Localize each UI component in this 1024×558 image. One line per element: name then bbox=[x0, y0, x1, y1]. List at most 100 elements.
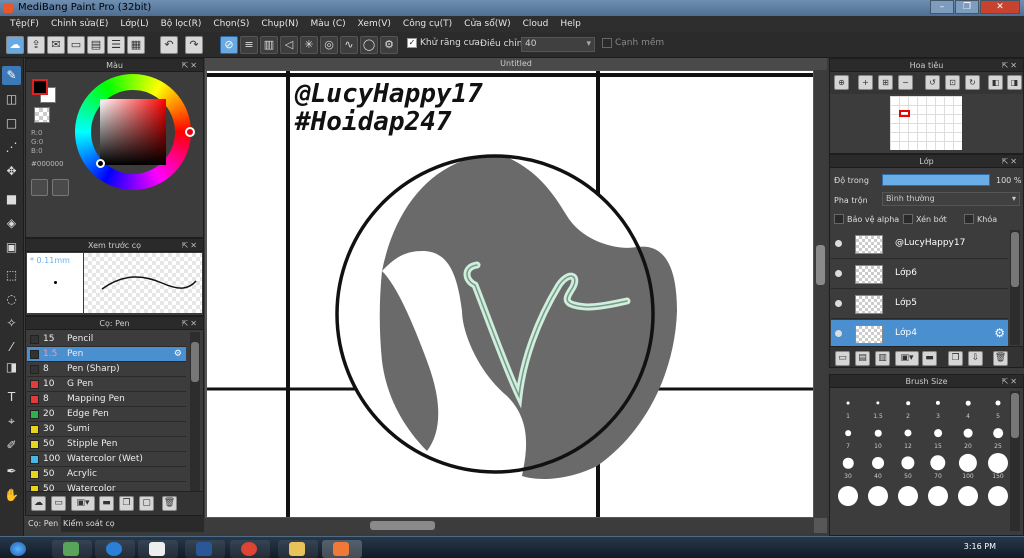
nav-flip-icon[interactable]: ◧ bbox=[988, 75, 1003, 90]
brush-copy-icon[interactable]: ❐ bbox=[119, 496, 134, 511]
brush-size-scrollbar[interactable] bbox=[1010, 391, 1020, 531]
color-settings-icon[interactable] bbox=[52, 179, 69, 196]
brush-size-option[interactable] bbox=[924, 481, 952, 510]
pen-tool-icon[interactable]: ✒ bbox=[2, 462, 21, 481]
color-picker-marker[interactable] bbox=[96, 159, 105, 168]
protect-alpha-toggle[interactable]: Bảo vệ alpha bbox=[834, 214, 899, 224]
transparent-color-swatch[interactable] bbox=[34, 107, 50, 123]
brush-item[interactable]: 8 Pen (Sharp) bbox=[27, 362, 186, 377]
text-tool-icon[interactable]: T bbox=[2, 388, 21, 407]
snap-vanish-icon[interactable]: ◁ bbox=[280, 36, 298, 54]
brush-size-option[interactable]: 3 bbox=[924, 391, 952, 420]
brush-size-option[interactable] bbox=[894, 481, 922, 510]
list-icon[interactable]: ☰ bbox=[107, 36, 125, 54]
brush-duplicate-icon[interactable]: ▢ bbox=[139, 496, 154, 511]
brush-item[interactable]: 30 Sumi bbox=[27, 422, 186, 437]
brush-item[interactable]: 1.5 Pen ⚙ bbox=[27, 347, 186, 362]
opacity-slider[interactable] bbox=[882, 174, 990, 186]
nav-zoom-in-icon[interactable]: + bbox=[858, 75, 873, 90]
shape-tool-icon[interactable]: □ bbox=[2, 114, 21, 133]
panel-close-icon[interactable]: ⇱✕ bbox=[182, 59, 199, 72]
brush-size-option[interactable]: 12 bbox=[894, 421, 922, 450]
select-tool-icon[interactable]: ⬚ bbox=[2, 266, 21, 285]
nav-zoom-out-icon[interactable]: − bbox=[898, 75, 913, 90]
move-tool-icon[interactable]: ✥ bbox=[2, 162, 21, 181]
taskbar-app-folder[interactable] bbox=[278, 540, 318, 558]
panel-close-icon[interactable]: ⇱✕ bbox=[182, 317, 199, 330]
taskbar-app-notes[interactable] bbox=[138, 540, 178, 558]
nav-rotate-left-icon[interactable]: ↺ bbox=[925, 75, 940, 90]
protect-alpha-checkbox[interactable] bbox=[834, 214, 844, 224]
gradient-tool-icon[interactable]: ▣ bbox=[2, 238, 21, 257]
brush-size-option[interactable] bbox=[984, 481, 1012, 510]
nav-flip-v-icon[interactable]: ◨ bbox=[1007, 75, 1022, 90]
brush-tool-icon[interactable]: ✎ bbox=[2, 66, 21, 85]
menu-edit[interactable]: Chỉnh sửa(E) bbox=[45, 16, 114, 32]
brush-folder-icon[interactable]: ▬ bbox=[99, 496, 114, 511]
tab-brush-control[interactable]: Kiểm soát cọ bbox=[60, 516, 118, 532]
taskbar-app-explorer[interactable] bbox=[52, 540, 92, 558]
nav-reset-icon[interactable]: ⊡ bbox=[945, 75, 960, 90]
brush-new-icon[interactable]: ▭ bbox=[51, 496, 66, 511]
select-eraser-icon[interactable]: ◨ bbox=[2, 358, 21, 377]
maximize-button[interactable]: ❐ bbox=[955, 0, 979, 14]
brush-delete-icon[interactable]: 🗑 bbox=[162, 496, 177, 511]
lock-toggle[interactable]: Khóa bbox=[964, 214, 997, 224]
brush-size-option[interactable] bbox=[954, 481, 982, 510]
menu-layer[interactable]: Lớp(L) bbox=[114, 16, 154, 32]
layer-folder-icon[interactable]: ▬ bbox=[922, 351, 937, 366]
brush-size-option[interactable]: 4 bbox=[954, 391, 982, 420]
brush-size-option[interactable]: 2 bbox=[894, 391, 922, 420]
taskbar-app-medibang[interactable] bbox=[322, 540, 362, 558]
lock-checkbox[interactable] bbox=[964, 214, 974, 224]
snap-ellipse-icon[interactable]: ◯ bbox=[360, 36, 378, 54]
menu-filter[interactable]: Bộ lọc(R) bbox=[155, 16, 208, 32]
gear-icon[interactable]: ⚙ bbox=[994, 326, 1005, 340]
layer-add-icon[interactable]: ▣▾ bbox=[895, 351, 919, 366]
menu-snap[interactable]: Chụp(N) bbox=[255, 16, 304, 32]
clipping-toggle[interactable]: Xén bớt bbox=[903, 214, 947, 224]
brush-size-option[interactable]: 40 bbox=[864, 451, 892, 480]
panel-close-icon[interactable]: ⇱✕ bbox=[182, 239, 199, 252]
document-icon[interactable]: ▤ bbox=[87, 36, 105, 54]
layer-list-scrollbar[interactable] bbox=[1010, 230, 1020, 345]
tab-brush[interactable]: Cọ: Pen bbox=[25, 516, 62, 532]
snap-parallel-icon[interactable]: ≡ bbox=[240, 36, 258, 54]
minimize-button[interactable]: – bbox=[930, 0, 954, 14]
taskbar-app-word[interactable] bbox=[185, 540, 225, 558]
select-pen-icon[interactable]: ⁄ bbox=[2, 338, 21, 357]
brush-size-option[interactable]: 1.5 bbox=[864, 391, 892, 420]
layer-item[interactable]: Lớp6 bbox=[831, 260, 1008, 289]
panel-close-icon[interactable]: ⇱✕ bbox=[1002, 375, 1019, 388]
brush-size-option[interactable]: 20 bbox=[954, 421, 982, 450]
layer-new-icon[interactable]: ▭ bbox=[835, 351, 850, 366]
brush-size-option[interactable]: 30 bbox=[834, 451, 862, 480]
saturation-value-square[interactable] bbox=[100, 99, 166, 165]
layer-new-color-icon[interactable]: ▤ bbox=[855, 351, 870, 366]
scrollbar-thumb[interactable] bbox=[1011, 393, 1019, 438]
menu-help[interactable]: Help bbox=[554, 16, 587, 32]
brush-item[interactable]: 50 Stipple Pen bbox=[27, 437, 186, 452]
navigator-viewport[interactable] bbox=[899, 110, 910, 117]
hue-marker[interactable] bbox=[185, 127, 195, 137]
menu-view[interactable]: Xem(V) bbox=[352, 16, 397, 32]
brush-item[interactable]: 50 Acrylic bbox=[27, 467, 186, 482]
menu-cloud[interactable]: Cloud bbox=[517, 16, 555, 32]
layer-item[interactable]: @LucyHappy17 bbox=[831, 230, 1008, 259]
bucket-tool-icon[interactable]: ◈ bbox=[2, 214, 21, 233]
taskbar-app-chrome[interactable] bbox=[230, 540, 270, 558]
blend-mode-select[interactable]: Bình thường bbox=[882, 192, 1020, 206]
visibility-icon[interactable] bbox=[835, 270, 842, 277]
fill-shape-tool-icon[interactable]: ■ bbox=[2, 190, 21, 209]
brush-size-option[interactable]: 1 bbox=[834, 391, 862, 420]
foreground-color-swatch[interactable] bbox=[32, 79, 48, 95]
navigator-thumbnail[interactable] bbox=[890, 96, 962, 150]
brush-size-option[interactable] bbox=[834, 481, 862, 510]
divide-tool-icon[interactable]: ⌖ bbox=[2, 412, 21, 431]
grid-icon[interactable]: ▦ bbox=[127, 36, 145, 54]
visibility-icon[interactable] bbox=[835, 240, 842, 247]
undo-icon[interactable]: ↶ bbox=[160, 36, 178, 54]
brush-size-option[interactable]: 50 bbox=[894, 451, 922, 480]
gear-icon[interactable]: ⚙ bbox=[174, 347, 182, 362]
nav-rotate-right-icon[interactable]: ↻ bbox=[965, 75, 980, 90]
